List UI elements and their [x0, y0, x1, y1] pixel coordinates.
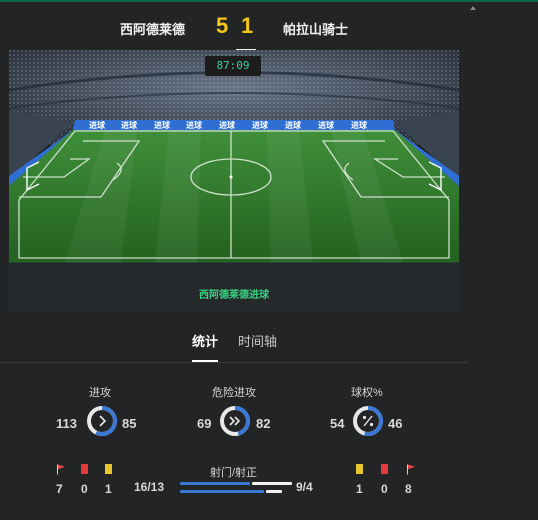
percent-icon	[362, 415, 374, 427]
possession-label: 球权%	[351, 387, 383, 399]
dangerous-attack-label: 危险进攻	[212, 387, 256, 399]
away-corners-count: 8	[405, 482, 412, 496]
pitch-animation: 进球 进球 进球 进球 进球 进球 进球 进球 进球	[9, 50, 459, 313]
ad-text: 进球	[318, 120, 335, 130]
double-chevron-icon	[229, 416, 241, 426]
ad-text: 进球	[154, 120, 171, 130]
corner-flag-icon	[57, 464, 65, 475]
away-shots-value: 9/4	[296, 480, 313, 494]
away-score: 1	[241, 13, 254, 38]
possession-home-value: 54	[330, 416, 345, 431]
ad-text: 进球	[252, 120, 269, 130]
red-card-icon	[381, 464, 388, 474]
possession-ring	[353, 406, 383, 436]
home-yellow-cards-count: 1	[105, 482, 112, 496]
ad-text: 进球	[285, 120, 302, 130]
ad-text: 进球	[219, 120, 236, 130]
match-clock: 87:09	[205, 56, 261, 76]
home-score: 5	[216, 13, 229, 38]
shots-label: 射门/射正	[210, 467, 258, 479]
ad-text: 进球	[89, 120, 106, 130]
tabs-divider	[0, 362, 468, 363]
match-header: 西阿德莱德 5 1 帕拉山骑士	[0, 2, 538, 51]
home-shots-value: 16/13	[134, 480, 165, 494]
ad-text: 进球	[186, 120, 203, 130]
collapse-caret-icon[interactable]	[470, 6, 476, 10]
attack-ring	[87, 406, 117, 436]
attack-label: 进攻	[89, 387, 111, 399]
tab-timeline[interactable]: 时间轴	[238, 331, 277, 350]
ad-text: 进球	[351, 120, 368, 130]
tab-stats[interactable]: 统计	[192, 331, 218, 350]
chevron-right-icon	[99, 415, 107, 427]
home-red-cards-count: 0	[81, 482, 88, 496]
away-yellow-cards-count: 1	[356, 482, 363, 496]
yellow-card-icon	[105, 464, 112, 474]
attack-away-value: 85	[122, 416, 137, 431]
attack-home-value: 113	[56, 416, 77, 431]
dangerous-attack-ring	[220, 406, 250, 436]
away-team-name: 帕拉山骑士	[283, 22, 349, 37]
red-card-icon	[81, 464, 88, 474]
corner-flag-icon	[407, 464, 415, 475]
yellow-card-icon	[356, 464, 363, 474]
stadium-svg: 进球 进球 进球 进球 进球 进球 进球 进球 进球	[9, 50, 459, 313]
home-corners-count: 7	[56, 482, 63, 496]
dangerous-attack-away-value: 82	[256, 416, 271, 431]
away-red-cards-count: 0	[381, 482, 388, 496]
home-on-target-bar	[180, 490, 264, 493]
home-shots-bar	[180, 482, 250, 485]
away-shots-bar	[252, 482, 292, 485]
home-team-name: 西阿德莱德	[120, 22, 186, 37]
dangerous-attack-home-value: 69	[197, 416, 212, 431]
ad-text: 进球	[121, 120, 138, 130]
event-message: 西阿德莱德进球	[199, 290, 269, 301]
away-on-target-bar	[266, 490, 282, 493]
possession-away-value: 46	[388, 416, 403, 431]
